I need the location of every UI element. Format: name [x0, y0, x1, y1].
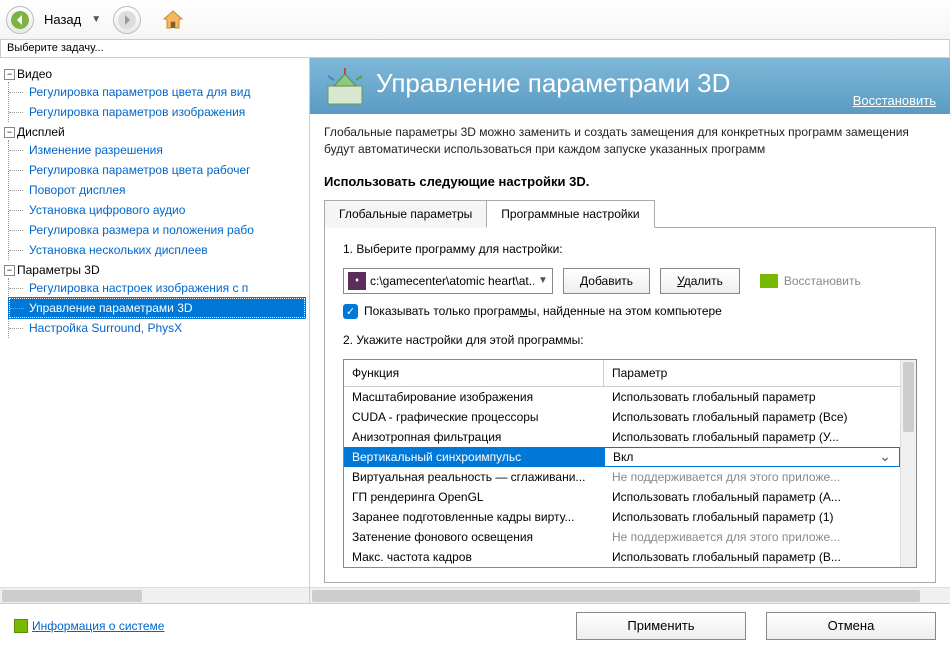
section-title: Использовать следующие настройки 3D.	[310, 166, 950, 199]
tree-item[interactable]: Регулировка настроек изображения с п	[9, 278, 305, 298]
table-row[interactable]: Макс. частота кадровИспользовать глобаль…	[344, 547, 900, 567]
show-only-found-label: Показывать только программы, найденные н…	[364, 304, 722, 318]
toolbar: Назад ▼	[0, 0, 950, 40]
content-scrollbar[interactable]	[310, 587, 950, 603]
system-info-link[interactable]: Информация о системе	[14, 619, 164, 633]
description-text: Глобальные параметры 3D можно заменить и…	[310, 114, 950, 166]
cell-function: ГП рендеринга OpenGL	[344, 490, 604, 504]
footer: Информация о системе Применить Отмена	[0, 603, 950, 647]
cell-function: CUDA - графические процессоры	[344, 410, 604, 424]
cell-param: Не поддерживается для этого приложе...	[604, 530, 900, 544]
cell-param: Использовать глобальный параметр (Все)	[604, 410, 900, 424]
back-button[interactable]	[6, 6, 34, 34]
cell-param: Использовать глобальный параметр (1)	[604, 510, 900, 524]
show-only-found-checkbox[interactable]: ✓	[343, 304, 358, 319]
cell-param[interactable]: Вкл	[604, 447, 900, 467]
tree-group-header[interactable]: −Видео	[4, 66, 305, 82]
table-row[interactable]: Масштабирование изображенияИспользовать …	[344, 387, 900, 407]
cancel-button[interactable]: Отмена	[766, 612, 936, 640]
tree-group-header[interactable]: −Дисплей	[4, 124, 305, 140]
col-param[interactable]: Параметр	[604, 360, 900, 386]
col-function[interactable]: Функция	[344, 360, 604, 386]
banner-restore-link[interactable]: Восстановить	[853, 93, 936, 108]
tree-item[interactable]: Регулировка параметров цвета рабочег	[9, 160, 305, 180]
tree-group-header[interactable]: −Параметры 3D	[4, 262, 305, 278]
nvidia-icon	[760, 274, 778, 288]
tree-toggle-icon[interactable]: −	[4, 69, 15, 80]
restore-program: Восстановить	[760, 274, 861, 288]
cell-function: Макс. частота кадров	[344, 550, 604, 564]
apply-button[interactable]: Применить	[576, 612, 746, 640]
cell-function: Вертикальный синхроимпульс	[344, 450, 604, 464]
tree-item[interactable]: Поворот дисплея	[9, 180, 305, 200]
tab-body: 1. Выберите программу для настройки: ♦ c…	[324, 228, 936, 583]
sidebar-scrollbar[interactable]	[0, 587, 309, 603]
settings-table: Функция Параметр Масштабирование изображ…	[343, 359, 917, 568]
tree-item[interactable]: Управление параметрами 3D	[9, 298, 305, 318]
program-select[interactable]: ♦ c:\gamecenter\atomic heart\at... ▼	[343, 268, 553, 294]
tree-item[interactable]: Установка цифрового аудио	[9, 200, 305, 220]
tree-group-title: Параметры 3D	[17, 263, 100, 277]
sidebar: −ВидеоРегулировка параметров цвета для в…	[0, 58, 310, 603]
home-button[interactable]	[159, 6, 187, 34]
cell-function: Анизотропная фильтрация	[344, 430, 604, 444]
tree-group-title: Дисплей	[17, 125, 65, 139]
tab-program[interactable]: Программные настройки	[486, 200, 654, 228]
step1-label: 1. Выберите программу для настройки:	[343, 242, 917, 256]
table-row[interactable]: Затенение фонового освещенияНе поддержив…	[344, 527, 900, 547]
nvidia-small-icon	[14, 619, 28, 633]
cell-function: Заранее подготовленные кадры вирту...	[344, 510, 604, 524]
tree-toggle-icon[interactable]: −	[4, 265, 15, 276]
cell-param: Использовать глобальный параметр	[604, 390, 900, 404]
cell-function: Затенение фонового освещения	[344, 530, 604, 544]
chevron-down-icon: ▼	[534, 275, 552, 286]
cell-function: Виртуальная реальность — сглаживани...	[344, 470, 604, 484]
tab-global[interactable]: Глобальные параметры	[324, 200, 487, 228]
program-icon: ♦	[348, 272, 366, 290]
tree-toggle-icon[interactable]: −	[4, 127, 15, 138]
content-pane: Управление параметрами 3D Восстановить Г…	[310, 58, 950, 603]
remove-button[interactable]: Удалить	[660, 268, 740, 294]
tree-group-title: Видео	[17, 67, 52, 81]
tabs: Глобальные параметры Программные настрой…	[324, 199, 936, 228]
step2-label: 2. Укажите настройки для этой программы:	[343, 333, 917, 347]
program-select-value: c:\gamecenter\atomic heart\at...	[370, 274, 534, 288]
restore-program-label: Восстановить	[784, 274, 861, 288]
cell-param: Не поддерживается для этого приложе...	[604, 470, 900, 484]
banner-icon	[324, 66, 366, 108]
table-row[interactable]: CUDA - графические процессорыИспользоват…	[344, 407, 900, 427]
cell-param: Использовать глобальный параметр (А...	[604, 490, 900, 504]
table-row[interactable]: Анизотропная фильтрацияИспользовать глоб…	[344, 427, 900, 447]
cell-param: Использовать глобальный параметр (У...	[604, 430, 900, 444]
back-dropdown-icon[interactable]: ▼	[91, 14, 101, 25]
tree-item[interactable]: Настройка Surround, PhysX	[9, 318, 305, 338]
forward-button[interactable]	[113, 6, 141, 34]
table-scrollbar[interactable]	[900, 360, 916, 567]
table-row[interactable]: Заранее подготовленные кадры вирту...Исп…	[344, 507, 900, 527]
table-row[interactable]: Вертикальный синхроимпульсВкл	[344, 447, 900, 467]
cell-param: Использовать глобальный параметр (В...	[604, 550, 900, 564]
back-label: Назад	[44, 12, 81, 27]
tree-item[interactable]: Регулировка параметров изображения	[9, 102, 305, 122]
task-prompt: Выберите задачу...	[0, 40, 950, 58]
table-row[interactable]: ГП рендеринга OpenGLИспользовать глобаль…	[344, 487, 900, 507]
tree-item[interactable]: Регулировка размера и положения рабо	[9, 220, 305, 240]
add-button[interactable]: Добавить	[563, 268, 650, 294]
tree-item[interactable]: Регулировка параметров цвета для вид	[9, 82, 305, 102]
tree-item[interactable]: Изменение разрешения	[9, 140, 305, 160]
banner: Управление параметрами 3D Восстановить	[310, 58, 950, 114]
table-row[interactable]: Виртуальная реальность — сглаживани...Не…	[344, 467, 900, 487]
banner-title: Управление параметрами 3D	[376, 68, 730, 99]
tree-item[interactable]: Установка нескольких дисплеев	[9, 240, 305, 260]
cell-function: Масштабирование изображения	[344, 390, 604, 404]
